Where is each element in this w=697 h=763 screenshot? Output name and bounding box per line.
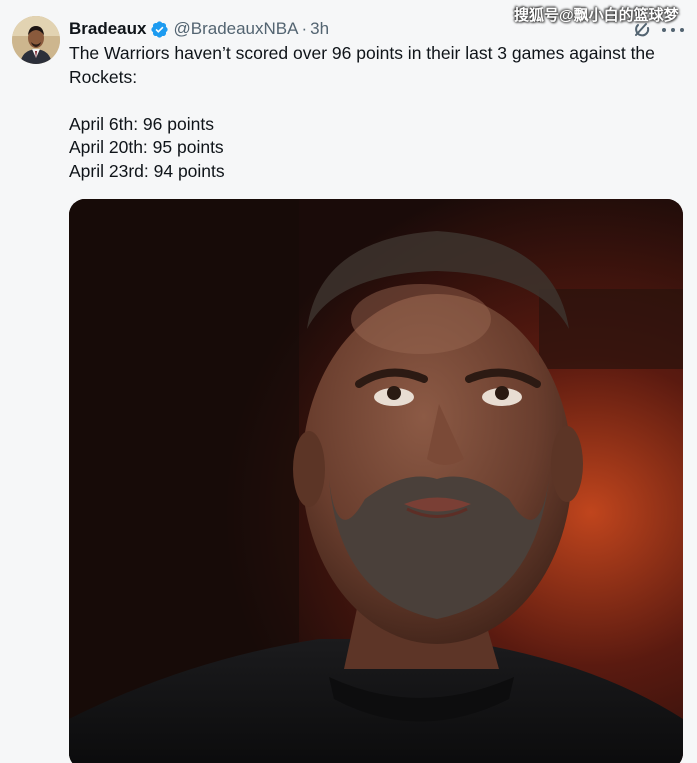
- watermark-text: 搜狐号@飘小白的篮球梦: [514, 7, 679, 24]
- tweet-line-1: April 6th: 96 points: [69, 113, 214, 134]
- author-name[interactable]: Bradeaux: [69, 19, 146, 39]
- header-separator: ·: [301, 19, 308, 38]
- tweet-line-2: April 20th: 95 points: [69, 137, 224, 157]
- tweet-card: Bradeaux @BradeauxNBA · 3h 搜狐号@飘小白的篮球梦 T…: [0, 0, 697, 763]
- verified-badge-icon: [150, 20, 169, 39]
- timestamp[interactable]: 3h: [310, 19, 329, 39]
- avatar[interactable]: [12, 16, 60, 64]
- tweet-photo[interactable]: [69, 199, 683, 763]
- tweet-intro: The Warriors haven’t scored over 96 poin…: [69, 43, 655, 87]
- author-handle[interactable]: @BradeauxNBA: [173, 19, 298, 39]
- coach-photo: [69, 199, 683, 763]
- tweet-text: The Warriors haven’t scored over 96 poin…: [69, 42, 689, 183]
- tweet-header: Bradeaux @BradeauxNBA · 3h: [69, 18, 329, 40]
- avatar-image: [12, 16, 60, 64]
- more-options-icon[interactable]: [662, 22, 684, 38]
- tweet-line-3: April 23rd: 94 points: [69, 160, 225, 181]
- grok-icon[interactable]: [632, 20, 652, 40]
